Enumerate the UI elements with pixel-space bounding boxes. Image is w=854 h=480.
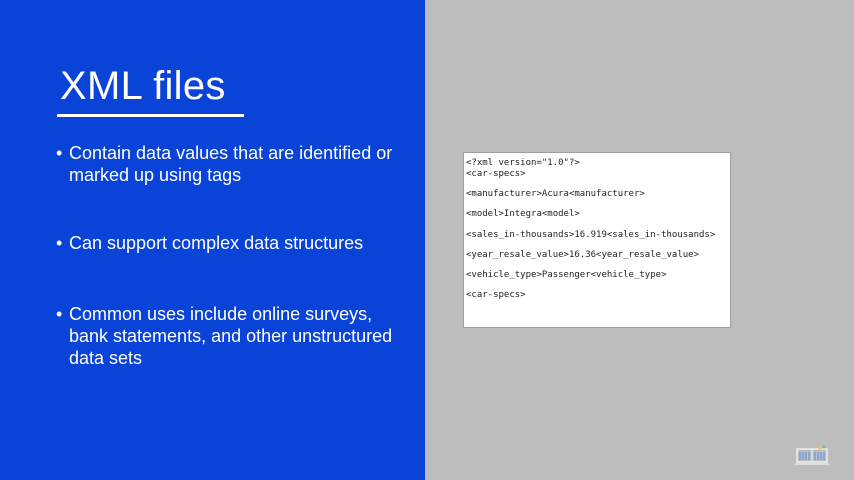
bullet-text: Can support complex data structures: [69, 233, 364, 253]
code-line: <sales_in-thousands>16.919<sales_in-thou…: [466, 230, 716, 240]
code-line: <year_resale_value>16.36<year_resale_val…: [466, 250, 699, 260]
bullet-marker: •: [56, 233, 63, 253]
code-line: <manufacturer>Acura<manufacturer>: [466, 189, 645, 199]
bullet-marker: •: [56, 143, 63, 163]
bullet-text: Contain data values that are identified …: [69, 143, 393, 185]
code-line: <vehicle_type>Passenger<vehicle_type>: [466, 270, 667, 280]
bullet-item: • Contain data values that are identifie…: [56, 142, 406, 186]
bullet-text: Common uses include online surveys, bank…: [69, 304, 393, 368]
code-line: <car-specs>: [466, 169, 526, 179]
code-line: <?xml version="1.0"?>: [466, 158, 580, 168]
title-underline: [57, 114, 244, 117]
slide-title: XML files: [60, 64, 226, 108]
bullet-item: • Can support complex data structures: [56, 232, 406, 254]
book-logo-icon: [795, 444, 829, 466]
code-line: <model>Integra<model>: [466, 209, 580, 219]
bullet-item: • Common uses include online surveys, ba…: [56, 303, 406, 369]
xml-code-sample: <?xml version="1.0"?> <car-specs> <manuf…: [463, 152, 731, 328]
code-line: <car-specs>: [466, 290, 526, 300]
bullet-marker: •: [56, 304, 63, 324]
